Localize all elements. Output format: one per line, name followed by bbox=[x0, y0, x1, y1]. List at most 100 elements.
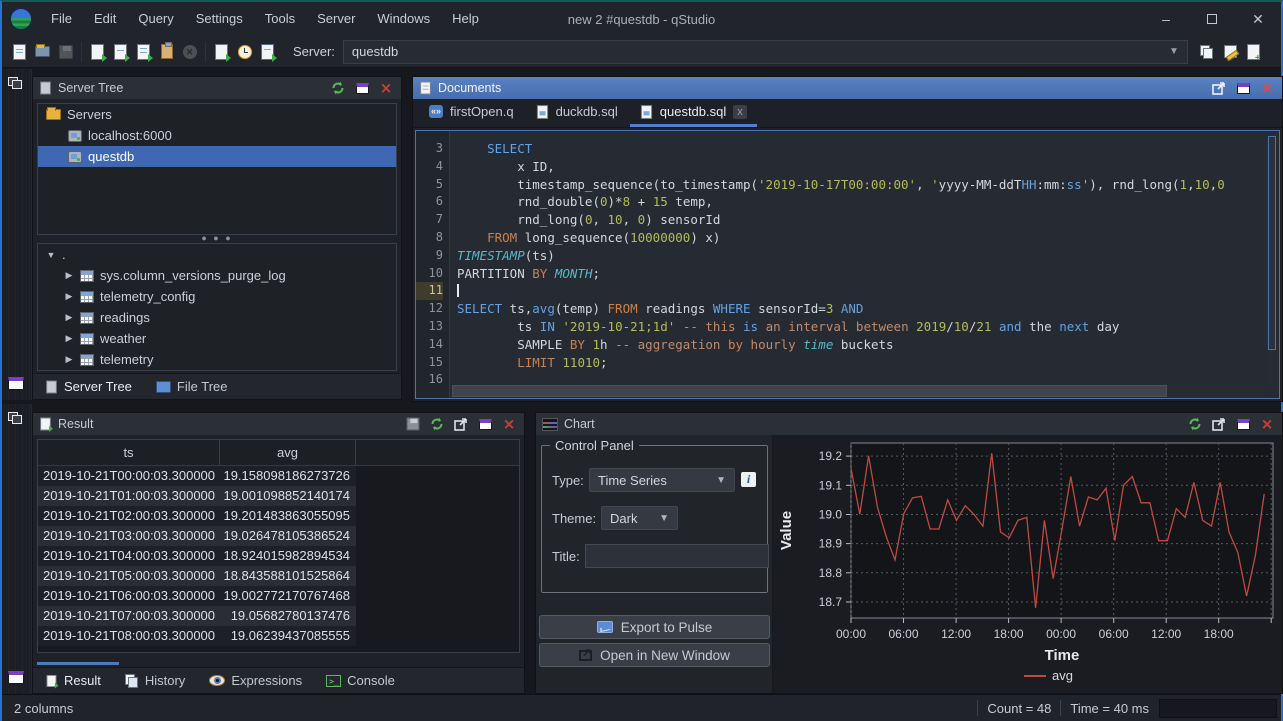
editor-horizontal-scrollbar[interactable] bbox=[452, 385, 1265, 397]
export-to-pulse-button[interactable]: Export to Pulse bbox=[539, 615, 770, 639]
send-query-button[interactable] bbox=[210, 40, 233, 64]
table-row[interactable]: 2019-10-21T05:00:03.30000018.84358810152… bbox=[38, 566, 519, 586]
menu-tools[interactable]: Tools bbox=[254, 2, 306, 36]
tree-item-table[interactable]: ▶telemetry_config bbox=[38, 286, 396, 307]
server-combobox[interactable]: questdb ▼ bbox=[343, 40, 1188, 64]
table-row[interactable]: 2019-10-21T08:00:03.30000019.06239437085… bbox=[38, 626, 519, 646]
schedule-query-button[interactable] bbox=[233, 40, 256, 64]
menu-help[interactable]: Help bbox=[441, 2, 490, 36]
tree-item-table[interactable]: ▶telemetry bbox=[38, 349, 396, 370]
code-line[interactable]: LIMIT 11010; bbox=[457, 354, 1279, 372]
result-table[interactable]: ts avg 2019-10-21T00:00:03.30000019.1580… bbox=[37, 439, 520, 653]
info-icon[interactable]: i bbox=[741, 472, 756, 487]
menu-file[interactable]: File bbox=[40, 2, 83, 36]
tree-collapsed-icon[interactable]: ▶ bbox=[64, 333, 74, 344]
refresh-icon[interactable] bbox=[428, 416, 446, 432]
splitter-handle[interactable]: ● ● ● bbox=[33, 235, 401, 243]
open-file-button[interactable] bbox=[31, 40, 54, 64]
copy-server-button[interactable] bbox=[1196, 40, 1219, 64]
close-panel-button[interactable]: × bbox=[1258, 416, 1276, 432]
table-row[interactable]: 2019-10-21T07:00:03.30000019.05682780137… bbox=[38, 606, 519, 626]
table-row[interactable]: 2019-10-21T04:00:03.30000018.92401598289… bbox=[38, 546, 519, 566]
dock-window-icon[interactable] bbox=[8, 671, 24, 684]
maximize-panel-button[interactable] bbox=[1234, 80, 1252, 96]
edit-server-button[interactable] bbox=[1219, 40, 1242, 64]
column-header-avg[interactable]: avg bbox=[220, 440, 356, 465]
tree-item-servers[interactable]: Servers bbox=[38, 104, 396, 125]
code-line[interactable]: TIMESTAMP(ts) bbox=[457, 247, 1279, 265]
popout-panel-button[interactable] bbox=[452, 416, 470, 432]
tree-item-table[interactable]: ▶sys.column_versions_purge_log bbox=[38, 265, 396, 286]
result-table-header[interactable]: ts avg bbox=[38, 440, 519, 466]
maximize-panel-button[interactable] bbox=[476, 416, 494, 432]
menu-edit[interactable]: Edit bbox=[83, 2, 127, 36]
close-button[interactable]: ✕ bbox=[1235, 2, 1281, 36]
table-row[interactable]: 2019-10-21T00:00:03.30000019.15809818627… bbox=[38, 466, 519, 486]
code-line[interactable]: SELECT ts,avg(temp) FROM readings WHERE … bbox=[457, 300, 1279, 318]
table-row[interactable]: 2019-10-21T03:00:03.30000019.02647810538… bbox=[38, 526, 519, 546]
code-line[interactable]: rnd_double(0)*8 + 15 temp, bbox=[457, 193, 1279, 211]
run-line-button[interactable] bbox=[109, 40, 132, 64]
tree-item-root-dot[interactable]: ▼ . bbox=[38, 244, 396, 265]
refresh-icon[interactable] bbox=[1186, 416, 1204, 432]
table-row[interactable]: 2019-10-21T02:00:03.30000019.20148386305… bbox=[38, 506, 519, 526]
export-result-button[interactable] bbox=[404, 416, 422, 432]
tree-collapsed-icon[interactable]: ▶ bbox=[64, 270, 74, 281]
code-line[interactable]: timestamp_sequence(to_timestamp('2019-10… bbox=[457, 176, 1279, 194]
code-line[interactable] bbox=[457, 282, 1279, 300]
run-selection-button[interactable] bbox=[132, 40, 155, 64]
tree-item-localhost[interactable]: localhost:6000 bbox=[38, 125, 396, 146]
new-file-button[interactable] bbox=[8, 40, 31, 64]
code-line[interactable]: ts IN '2019-10-21;1d' -- this is an inte… bbox=[457, 318, 1279, 336]
code-editor[interactable]: 345678910111213141516 SELECT x ID, times… bbox=[415, 130, 1280, 399]
menu-settings[interactable]: Settings bbox=[185, 2, 254, 36]
table-row[interactable]: 2019-10-21T01:00:03.30000019.00109885214… bbox=[38, 486, 519, 506]
tab-history[interactable]: History bbox=[113, 668, 197, 693]
chart-title-input[interactable] bbox=[585, 544, 769, 568]
copy-result-button[interactable] bbox=[155, 40, 178, 64]
popout-panel-button[interactable] bbox=[1210, 416, 1228, 432]
run-query-button[interactable] bbox=[86, 40, 109, 64]
run-script-button[interactable] bbox=[256, 40, 279, 64]
table-row[interactable]: 2019-10-21T06:00:03.30000019.00277217076… bbox=[38, 586, 519, 606]
tree-item-questdb-selected[interactable]: questdb bbox=[38, 146, 396, 167]
tree-collapsed-icon[interactable]: ▶ bbox=[64, 312, 74, 323]
code-line[interactable]: FROM long_sequence(10000000) x) bbox=[457, 229, 1279, 247]
theme-combobox[interactable]: Dark ▼ bbox=[601, 506, 678, 530]
tree-collapsed-icon[interactable]: ▶ bbox=[64, 354, 74, 365]
scrollbar-thumb[interactable] bbox=[452, 385, 1167, 397]
open-in-new-window-button[interactable]: Open in New Window bbox=[539, 643, 770, 667]
close-panel-button[interactable]: × bbox=[1258, 80, 1276, 96]
minimize-button[interactable]: – bbox=[1143, 2, 1189, 36]
stacked-windows-icon[interactable] bbox=[8, 77, 24, 91]
chart-type-combobox[interactable]: Time Series ▼ bbox=[589, 468, 735, 492]
editor-vertical-scrollbar[interactable] bbox=[1266, 132, 1278, 384]
tab-server-tree[interactable]: Server Tree bbox=[33, 374, 144, 399]
maximize-panel-button[interactable] bbox=[1234, 416, 1252, 432]
code-line[interactable]: x ID, bbox=[457, 158, 1279, 176]
menu-server[interactable]: Server bbox=[306, 2, 366, 36]
close-panel-button[interactable]: × bbox=[377, 80, 395, 96]
column-header-ts[interactable]: ts bbox=[38, 440, 220, 465]
tab-questdb-sql[interactable]: questdb.sql x bbox=[630, 99, 757, 127]
add-server-button[interactable]: + bbox=[1242, 40, 1265, 64]
tree-item-table[interactable]: ▶weather bbox=[38, 328, 396, 349]
tab-duckdb-sql[interactable]: duckdb.sql bbox=[526, 99, 628, 127]
stacked-windows-icon[interactable] bbox=[8, 412, 24, 426]
code-line[interactable]: SAMPLE BY 1h -- aggregation by hourly ti… bbox=[457, 336, 1279, 354]
tree-item-table[interactable]: ▶readings bbox=[38, 307, 396, 328]
maximize-button[interactable] bbox=[1189, 2, 1235, 36]
menu-windows[interactable]: Windows bbox=[366, 2, 441, 36]
close-panel-button[interactable]: × bbox=[500, 416, 518, 432]
tab-expressions[interactable]: Expressions bbox=[197, 668, 314, 693]
menu-query[interactable]: Query bbox=[127, 2, 184, 36]
tab-result[interactable]: Result bbox=[33, 668, 113, 693]
refresh-icon[interactable] bbox=[329, 80, 347, 96]
tab-console[interactable]: >_ Console bbox=[314, 668, 407, 693]
horizontal-scrollbar-thumb[interactable] bbox=[37, 662, 119, 665]
code-line[interactable]: rnd_long(0, 10, 0) sensorId bbox=[457, 211, 1279, 229]
save-button[interactable] bbox=[54, 40, 77, 64]
tab-firstopen-q[interactable]: «» firstOpen.q bbox=[419, 99, 524, 127]
stop-query-button[interactable]: ✕ bbox=[178, 40, 201, 64]
dock-window-icon[interactable] bbox=[8, 377, 24, 390]
